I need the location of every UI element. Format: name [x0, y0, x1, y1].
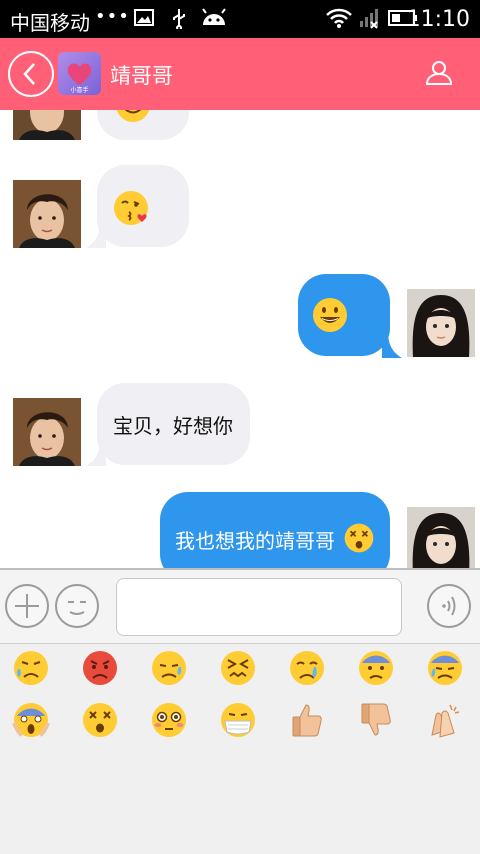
dizzy-face-emoji-icon	[344, 523, 374, 553]
contact-avatar[interactable]	[13, 398, 81, 466]
back-button[interactable]	[8, 51, 54, 97]
face-throwing-kiss-emoji-icon	[114, 191, 148, 225]
app-logo: 小喜手	[58, 52, 101, 95]
sweat-face-icon[interactable]	[150, 649, 188, 687]
message-bubble-incoming[interactable]	[97, 165, 189, 247]
message-input[interactable]	[116, 578, 402, 636]
message-bubble-outgoing[interactable]: 我也想我的靖哥哥	[160, 492, 390, 568]
contact-name: 靖哥哥	[110, 64, 173, 88]
add-button[interactable]	[5, 584, 49, 628]
bubble-tail	[382, 332, 402, 358]
profile-button[interactable]	[424, 58, 454, 88]
carrier-name: 中国移动	[10, 11, 90, 35]
clapping-hands-icon[interactable]	[426, 701, 464, 739]
message-text: 宝贝，好想你	[113, 414, 233, 438]
thumbs-down-icon[interactable]	[357, 701, 395, 739]
confounded-face-icon[interactable]	[219, 649, 257, 687]
emoji-button[interactable]	[55, 584, 99, 628]
message-bubble-incoming[interactable]: 宝贝，好想你	[97, 383, 250, 465]
voice-wave-icon	[442, 596, 456, 616]
contact-avatar[interactable]	[13, 110, 81, 140]
plus-icon	[15, 594, 39, 618]
screaming-face-icon[interactable]	[12, 701, 50, 739]
user-avatar[interactable]	[407, 507, 475, 568]
message-bubble-outgoing[interactable]	[298, 274, 390, 356]
clock: 11:10	[406, 7, 470, 32]
smiling-face-emoji-icon	[116, 110, 150, 122]
app-logo-text: 小喜手	[70, 86, 88, 94]
usb-icon	[173, 9, 185, 29]
crying-face-icon[interactable]	[288, 649, 326, 687]
heart-logo-icon: 小喜手	[67, 63, 92, 94]
emoji-panel	[0, 644, 480, 854]
dizzy-face-icon[interactable]	[81, 701, 119, 739]
message-bubble-incoming[interactable]	[97, 110, 189, 140]
message-list[interactable]: 宝贝，好想你 我也想我的靖哥哥	[0, 110, 480, 568]
pouting-face-icon[interactable]	[81, 649, 119, 687]
wifi-icon	[326, 8, 352, 28]
android-icon	[202, 8, 226, 25]
input-bar	[0, 568, 480, 644]
chevron-left-icon	[23, 63, 35, 85]
disappointed-relieved-face-icon[interactable]	[12, 649, 50, 687]
fearful-face-icon[interactable]	[357, 649, 395, 687]
grinning-face-emoji-icon	[313, 298, 347, 332]
cold-sweat-face-icon[interactable]	[426, 649, 464, 687]
user-avatar[interactable]	[407, 289, 475, 357]
emoji-face-icon	[68, 601, 86, 615]
chat-header: 小喜手 靖哥哥	[0, 38, 480, 110]
status-bar: 中国移动 ••• 11:10	[0, 0, 480, 38]
flushed-face-icon[interactable]	[150, 701, 188, 739]
image-icon	[134, 9, 154, 26]
message-text: 我也想我的靖哥哥	[175, 529, 335, 553]
contact-avatar[interactable]	[13, 180, 81, 248]
user-icon	[425, 61, 453, 85]
voice-button[interactable]	[427, 584, 471, 628]
mask-face-icon[interactable]	[219, 701, 257, 739]
thumbs-up-icon[interactable]	[288, 701, 326, 739]
notification-dots: •••	[95, 6, 130, 27]
signal-icon	[360, 9, 378, 29]
